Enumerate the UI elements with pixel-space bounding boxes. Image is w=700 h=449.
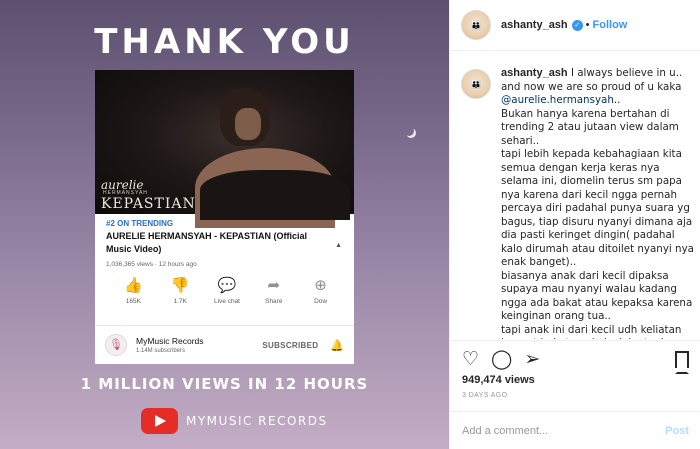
view-count[interactable]: 949,474 views [462, 374, 535, 386]
like-count: 165K [125, 298, 141, 305]
thumbs-down-icon: 👎 [170, 277, 190, 294]
post-image[interactable]: THANK YOU aurelie HERMANSYAH KEPASTIAN #… [0, 0, 449, 449]
bell-icon: 🔔 [330, 339, 344, 352]
channel-name: MyMusic Records [136, 336, 204, 346]
brand-name: MYMUSIC RECORDS [186, 414, 328, 428]
caption-body: Bukan hanya karena bertahan di trending … [501, 107, 694, 340]
thumbnail-title-text: KEPASTIAN [101, 196, 196, 212]
channel-subscribers: 1.14M subscribers [136, 348, 186, 354]
share-icon[interactable]: ➢ [524, 350, 540, 369]
comment-icon[interactable]: ◯ [491, 350, 512, 369]
youtube-screenshot-card: aurelie HERMANSYAH KEPASTIAN #2 ON TREND… [95, 70, 354, 364]
image-caption: 1 MILLION VIEWS IN 12 HOURS [80, 375, 369, 393]
download-icon: ⊕ [314, 277, 327, 294]
caption-section: 👪 ashanty_ash I always believe in u.. an… [450, 51, 700, 339]
download-action: ⊕ Dow [297, 277, 344, 313]
moon-decoration [404, 126, 414, 136]
caption-username[interactable]: ashanty_ash [501, 67, 568, 79]
comment-input[interactable] [462, 424, 666, 437]
video-title: AURELIE HERMANSYAH - KEPASTIAN (Official… [106, 231, 308, 254]
video-info: #2 ON TRENDING AURELIE HERMANSYAH - KEPA… [95, 214, 354, 313]
post-headline: THANK YOU [94, 22, 355, 62]
live-chat-label: Live chat [213, 298, 240, 305]
caption-avatar[interactable]: 👪 [461, 69, 491, 99]
follow-button[interactable]: Follow [593, 19, 628, 31]
post-action-bar: ♡ ◯ ➢ [450, 340, 700, 378]
video-meta: 1,036,365 views · 12 hours ago [106, 261, 197, 268]
separator-dot: • [585, 19, 590, 31]
live-chat-icon: 💬 [217, 277, 237, 294]
profile-avatar[interactable]: 👪 [461, 10, 491, 40]
header-username[interactable]: ashanty_ash [501, 19, 568, 31]
brand-row: MYMUSIC RECORDS [141, 408, 328, 434]
download-label: Dow [314, 298, 328, 305]
heart-icon[interactable]: ♡ [462, 350, 479, 369]
like-action: 👍 165K [110, 277, 157, 313]
post-caption: ashanty_ash I always believe in u.. and … [501, 67, 697, 339]
trending-tag: #2 ON TRENDING [106, 219, 174, 228]
video-thumbnail: aurelie HERMANSYAH KEPASTIAN [95, 70, 354, 228]
caret-up-icon: ▲ [335, 242, 342, 249]
live-chat-action: 💬 Live chat [204, 277, 251, 313]
dislike-action: 👎 1.7K [157, 277, 204, 313]
subscribed-label: SUBSCRIBED [262, 340, 319, 350]
video-actions: 👍 165K 👎 1.7K 💬 Live chat ➦ Share ⊕ Dow [106, 277, 344, 313]
post-timestamp[interactable]: 3 DAYS AGO [462, 392, 508, 399]
channel-avatar: 🎙 [105, 334, 127, 356]
comment-bar: Post [450, 411, 700, 449]
mention-link[interactable]: @aurelie.hermansyah [501, 94, 614, 106]
share-label: Share [265, 298, 283, 305]
thumbs-up-icon: 👍 [124, 277, 143, 294]
channel-row: 🎙 MyMusic Records 1.14M subscribers SUBS… [95, 325, 354, 364]
post-panel: 👪 ashanty_ash ✓ • Follow 👪 ashanty_ash I… [449, 0, 700, 449]
dislike-count: 1.7K [173, 298, 187, 305]
caption-after-mention: .. [613, 94, 621, 106]
youtube-logo-icon [141, 408, 178, 434]
share-action: ➦ Share [250, 277, 297, 313]
post-header: 👪 ashanty_ash ✓ • Follow [450, 0, 700, 51]
verified-badge-icon: ✓ [571, 19, 583, 31]
bookmark-icon[interactable] [675, 351, 689, 374]
post-comment-button[interactable]: Post [665, 425, 689, 437]
share-icon: ➦ [267, 277, 281, 294]
